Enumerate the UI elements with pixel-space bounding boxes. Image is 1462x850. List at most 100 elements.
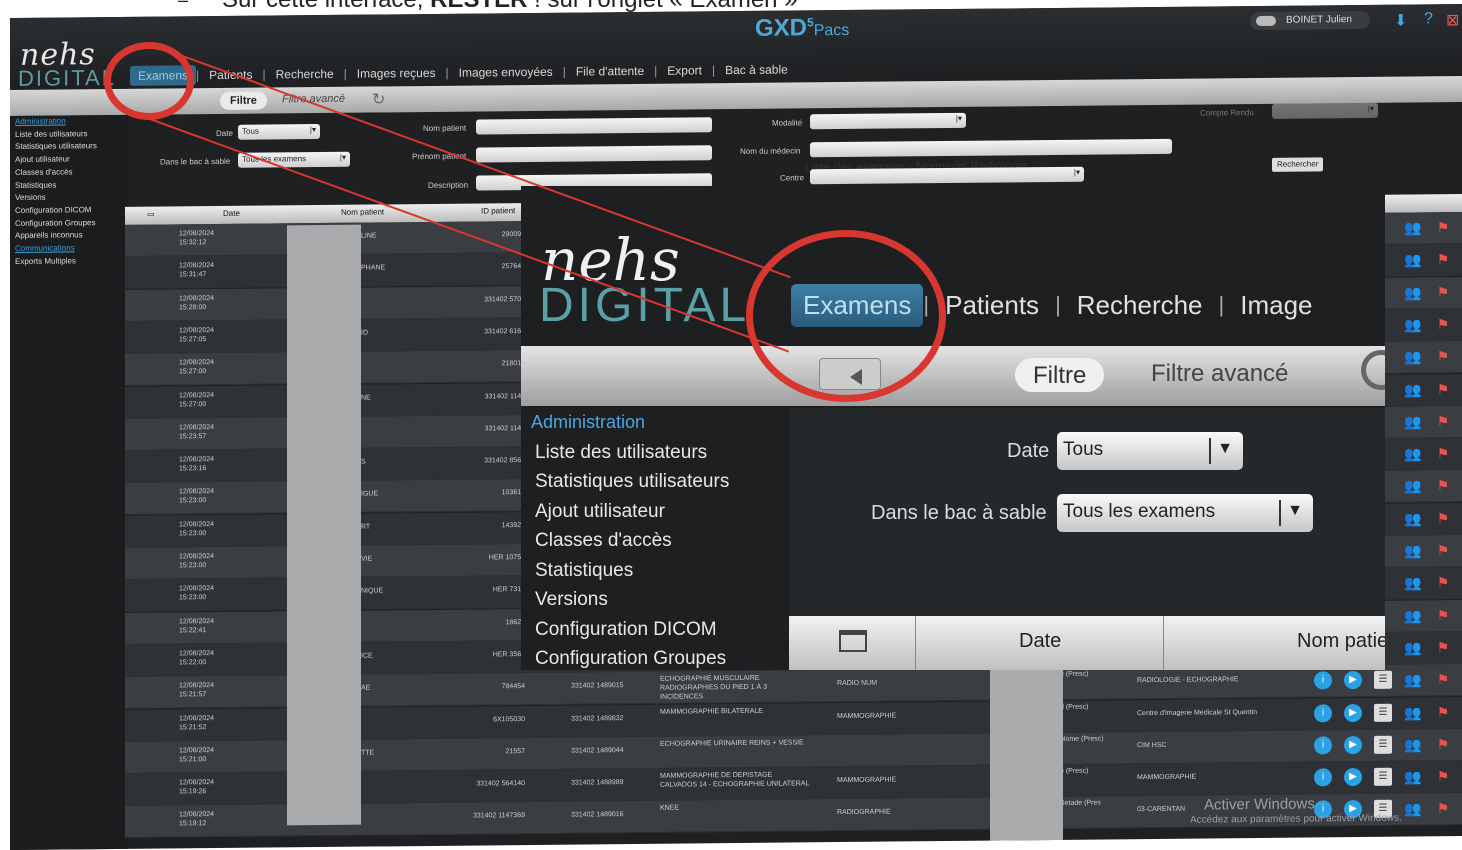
patients-icon[interactable]: 👥 xyxy=(1404,638,1422,656)
sidebar-item-0[interactable]: Administration xyxy=(10,115,128,129)
zoom-date-select[interactable]: Tous ▼ xyxy=(1057,432,1243,470)
zoom-nav-tab-2[interactable]: Recherche xyxy=(1061,290,1219,321)
date-select[interactable]: Tous |▾ xyxy=(238,124,320,140)
col-patient-name[interactable]: Nom patient xyxy=(341,207,384,216)
patients-icon[interactable]: 👥 xyxy=(1404,348,1422,366)
flag-icon[interactable]: ⚑ xyxy=(1434,250,1452,268)
patients-icon[interactable]: 👥 xyxy=(1404,509,1422,527)
patients-icon[interactable]: 👥 xyxy=(1404,412,1422,430)
play-icon[interactable]: ▶ xyxy=(1344,735,1362,754)
patients-icon[interactable]: 👥 xyxy=(1404,606,1422,624)
zoom-sidebar-item-6[interactable]: Versions xyxy=(521,585,789,615)
sidebar-item-1[interactable]: Liste des utilisateurs xyxy=(10,128,128,142)
zoom-advanced-filter-tab[interactable]: Filtre avancé xyxy=(1151,360,1288,388)
modality-select[interactable]: |▾ xyxy=(810,112,966,130)
flag-icon[interactable]: ⚑ xyxy=(1434,573,1452,591)
nav-tab-3[interactable]: Images reçues xyxy=(347,66,446,81)
patients-icon[interactable]: 👥 xyxy=(1404,315,1422,333)
flag-icon[interactable]: ⚑ xyxy=(1434,638,1452,656)
patients-icon[interactable]: 👥 xyxy=(1404,800,1422,818)
zoom-nav-tab-1[interactable]: Patients xyxy=(929,290,1055,321)
nav-tab-4[interactable]: Images envoyées xyxy=(449,65,563,80)
zoom-sidebar-item-4[interactable]: Classes d'accès xyxy=(521,526,789,556)
flag-icon[interactable]: ⚑ xyxy=(1434,315,1452,333)
search-button[interactable]: Rechercher xyxy=(1272,157,1324,172)
col-date[interactable]: Date xyxy=(223,209,240,218)
nav-tab-2[interactable]: Recherche xyxy=(266,67,344,82)
zoom-sidebar-item-3[interactable]: Ajout utilisateur xyxy=(521,497,789,527)
flag-icon[interactable]: ⚑ xyxy=(1434,735,1452,753)
nav-tab-6[interactable]: Export xyxy=(657,63,712,78)
zoom-nav-tab-3[interactable]: Image xyxy=(1224,290,1328,321)
flag-icon[interactable]: ⚑ xyxy=(1434,541,1452,559)
info-icon[interactable]: i xyxy=(1314,736,1332,755)
help-icon[interactable]: ? xyxy=(1424,10,1433,28)
close-icon[interactable]: ⊠ xyxy=(1446,10,1459,30)
flag-icon[interactable]: ⚑ xyxy=(1434,283,1452,301)
patients-icon[interactable]: 👥 xyxy=(1404,445,1422,463)
sidebar-item-9[interactable]: Appareils inconnus xyxy=(10,229,128,243)
patients-icon[interactable]: 👥 xyxy=(1404,703,1422,721)
flag-icon[interactable]: ⚑ xyxy=(1434,218,1452,236)
patients-icon[interactable]: 👥 xyxy=(1404,218,1422,236)
patients-icon[interactable]: 👥 xyxy=(1404,541,1422,559)
flag-icon[interactable]: ⚑ xyxy=(1434,606,1452,624)
nav-tab-5[interactable]: File d'attente xyxy=(566,64,654,79)
patients-icon[interactable]: 👥 xyxy=(1404,735,1422,753)
flag-icon[interactable]: ⚑ xyxy=(1434,509,1452,527)
nav-tab-7[interactable]: Bac à sable xyxy=(715,62,798,78)
flag-icon[interactable]: ⚑ xyxy=(1434,703,1452,721)
flag-icon[interactable]: ⚑ xyxy=(1434,767,1452,785)
patients-icon[interactable]: 👥 xyxy=(1404,251,1422,269)
user-menu[interactable]: BOINET Julien xyxy=(1250,10,1370,31)
flag-icon[interactable]: ⚑ xyxy=(1434,800,1452,818)
patient-first-input[interactable] xyxy=(476,145,712,163)
zoom-col-date[interactable]: Date xyxy=(1019,630,1061,653)
sidebar-item-8[interactable]: Configuration Groupes xyxy=(10,216,128,230)
col-patient-id[interactable]: ID patient xyxy=(481,206,515,215)
sidebar-item-6[interactable]: Versions xyxy=(10,191,128,205)
info-icon[interactable]: i xyxy=(1314,703,1332,722)
sidebar-item-4[interactable]: Classes d'accès xyxy=(10,166,128,180)
sidebar-item-5[interactable]: Statistiques xyxy=(10,178,128,192)
sidebar-item-10[interactable]: Communications xyxy=(10,242,128,256)
sandbox-select[interactable]: Tous les examens |▾ xyxy=(238,151,350,168)
zoom-filter-tab[interactable]: Filtre xyxy=(1015,358,1105,392)
sidebar-item-11[interactable]: Exports Multiples xyxy=(10,255,128,269)
filter-tab[interactable]: Filtre xyxy=(220,91,267,110)
flag-icon[interactable]: ⚑ xyxy=(1434,444,1452,462)
zoom-sandbox-select[interactable]: Tous les examens ▼ xyxy=(1057,494,1313,532)
patients-icon[interactable]: 👥 xyxy=(1404,574,1422,592)
sidebar-item-3[interactable]: Ajout utilisateur xyxy=(10,153,128,167)
patients-icon[interactable]: 👥 xyxy=(1404,283,1422,301)
zoom-sidebar-item-7[interactable]: Configuration DICOM xyxy=(521,615,789,645)
report-icon[interactable]: ☰ xyxy=(1374,703,1392,722)
patients-icon[interactable]: 👥 xyxy=(1404,768,1422,786)
zoom-sidebar-item-0[interactable]: Administration xyxy=(521,408,789,438)
play-icon[interactable]: ▶ xyxy=(1344,671,1362,690)
download-icon[interactable]: ⬇ xyxy=(1394,11,1407,31)
play-icon[interactable]: ▶ xyxy=(1344,703,1362,722)
zoom-sidebar-item-5[interactable]: Statistiques xyxy=(521,556,789,586)
patients-icon[interactable]: 👥 xyxy=(1404,380,1422,398)
info-icon[interactable]: i xyxy=(1314,671,1332,690)
sidebar-item-2[interactable]: Statistiques utilisateurs xyxy=(10,140,128,154)
zoom-sidebar-item-1[interactable]: Liste des utilisateurs xyxy=(521,438,789,468)
info-icon[interactable]: i xyxy=(1314,768,1332,787)
sidebar-item-7[interactable]: Configuration DICOM xyxy=(10,204,128,218)
report-icon[interactable]: ☰ xyxy=(1374,767,1392,786)
flag-icon[interactable]: ⚑ xyxy=(1434,347,1452,365)
flag-icon[interactable]: ⚑ xyxy=(1434,477,1452,495)
flag-icon[interactable]: ⚑ xyxy=(1434,412,1452,430)
flag-icon[interactable]: ⚑ xyxy=(1434,380,1452,398)
report-icon[interactable]: ☰ xyxy=(1374,735,1392,754)
patients-icon[interactable]: 👥 xyxy=(1404,671,1422,689)
report-icon[interactable]: ☰ xyxy=(1374,670,1392,690)
zoom-col-patient[interactable]: Nom patie xyxy=(1297,630,1385,653)
play-icon[interactable]: ▶ xyxy=(1344,768,1362,787)
flag-icon[interactable]: ⚑ xyxy=(1434,670,1452,688)
center-select[interactable]: |▾ xyxy=(810,166,1084,185)
zoom-sidebar-item-8[interactable]: Configuration Groupes xyxy=(521,644,789,670)
patient-name-input[interactable] xyxy=(476,117,712,135)
zoom-sidebar-item-2[interactable]: Statistiques utilisateurs xyxy=(521,467,789,497)
